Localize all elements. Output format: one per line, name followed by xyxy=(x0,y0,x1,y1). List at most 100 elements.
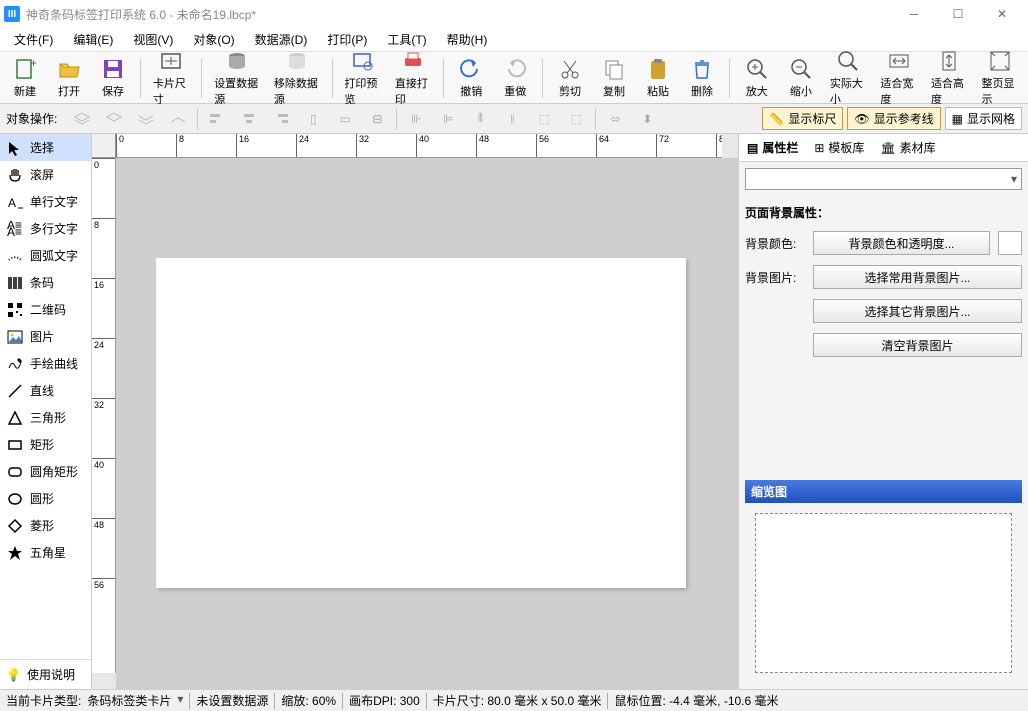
prop-tab-icon: ▤ xyxy=(747,141,758,155)
toolbar-direct-button[interactable]: 直接打印 xyxy=(389,47,438,109)
rmds-icon xyxy=(285,49,309,73)
align-btn-6[interactable]: ⊟ xyxy=(364,108,390,130)
tool-star[interactable]: 五角星 xyxy=(0,539,91,566)
minimize-button[interactable]: ─ xyxy=(892,0,936,28)
toolbar-new-button[interactable]: +新建 xyxy=(4,55,46,101)
copy-icon xyxy=(602,57,626,81)
tool-triangle[interactable]: 三角形 xyxy=(0,404,91,431)
status-cardsize: 卡片尺寸: 80.0 毫米 x 50.0 毫米 xyxy=(433,692,602,709)
align-right-btn[interactable] xyxy=(268,108,294,130)
arctext-icon xyxy=(6,247,24,265)
tool-qrcode[interactable]: 二维码 xyxy=(0,296,91,323)
tool-diamond[interactable]: 菱形 xyxy=(0,512,91,539)
toolbar-zoom100-button[interactable]: 实际大小 xyxy=(824,47,873,109)
canvas-scroll[interactable] xyxy=(116,158,738,689)
status-cardtype-dropdown[interactable]: 条码标签类卡片 xyxy=(87,692,183,709)
bg-color-label: 背景颜色: xyxy=(745,235,805,252)
layer-btn-4[interactable] xyxy=(165,108,191,130)
toolbar-preview-button[interactable]: 打印预览 xyxy=(338,47,387,109)
toolbar-open-button[interactable]: 打开 xyxy=(48,55,90,101)
tool-text[interactable]: A单行文字 xyxy=(0,188,91,215)
tool-arctext[interactable]: 圆弧文字 xyxy=(0,242,91,269)
cut-icon xyxy=(558,57,582,81)
tool-pan[interactable]: 滚屏 xyxy=(0,161,91,188)
dist-btn-1[interactable]: ⊪ xyxy=(403,108,429,130)
menu-file[interactable]: 文件(F) xyxy=(4,29,63,50)
bg-image-common-button[interactable]: 选择常用背景图片... xyxy=(813,265,1022,289)
toolbar-rmds-button[interactable]: 移除数据源 xyxy=(268,47,326,109)
hruler-tick: 16 xyxy=(236,134,249,158)
menu-edit[interactable]: 编辑(E) xyxy=(63,29,123,50)
align-btn-5[interactable]: ▭ xyxy=(332,108,358,130)
tool-line[interactable]: 直线 xyxy=(0,377,91,404)
tool-image[interactable]: 图片 xyxy=(0,323,91,350)
tab-prop[interactable]: ▤属性栏 xyxy=(739,135,806,160)
dist-btn-3[interactable]: ⫴ xyxy=(467,108,493,130)
bg-color-button[interactable]: 背景颜色和透明度... xyxy=(813,231,990,255)
toolbar-copy-button[interactable]: 复制 xyxy=(593,55,635,101)
toolbar-paste-button[interactable]: 粘贴 xyxy=(637,55,679,101)
dist-btn-6[interactable]: ⬚ xyxy=(563,108,589,130)
tool-ellipse[interactable]: 圆形 xyxy=(0,485,91,512)
toolbar-redo-button[interactable]: 重做 xyxy=(494,55,536,101)
tab-tpl[interactable]: ⊞模板库 xyxy=(806,135,872,160)
bg-section-title: 页面背景属性： xyxy=(745,204,1022,221)
size-btn-2[interactable]: ⬍ xyxy=(634,108,660,130)
toggle-guides[interactable]: 👁 显示参考线 xyxy=(847,107,940,130)
vertical-ruler[interactable]: 08162432404856 xyxy=(92,158,116,673)
layer-btn-2[interactable] xyxy=(101,108,127,130)
toggle-grid[interactable]: ▦ 显示网格 xyxy=(945,107,1022,130)
status-zoom: 缩放: 60% xyxy=(281,692,336,709)
dist-btn-4[interactable]: ⫲ xyxy=(499,108,525,130)
preview-thumbnail xyxy=(755,513,1012,673)
align-btn-4[interactable]: ▯ xyxy=(300,108,326,130)
grid-icon: ▦ xyxy=(952,112,963,126)
toolbar-undo-button[interactable]: 撤销 xyxy=(450,55,492,101)
tool-mtext[interactable]: A≡A≡多行文字 xyxy=(0,215,91,242)
hruler-tick: 40 xyxy=(416,134,429,158)
tool-rect[interactable]: 矩形 xyxy=(0,431,91,458)
toolbar-fitw-button[interactable]: 适合宽度 xyxy=(874,47,923,109)
layer-btn-1[interactable] xyxy=(69,108,95,130)
bg-image-other-button[interactable]: 选择其它背景图片... xyxy=(813,299,1022,323)
tab-mat[interactable]: 🏛素材库 xyxy=(872,135,943,160)
toolbar-delete-button[interactable]: 删除 xyxy=(681,55,723,101)
toolbar-zoomout-button[interactable]: 缩小 xyxy=(780,55,822,101)
size-btn-1[interactable]: ⬄ xyxy=(602,108,628,130)
toolbar-zoomin-button[interactable]: 放大 xyxy=(736,55,778,101)
toolbar-fith-button[interactable]: 适合高度 xyxy=(925,47,974,109)
layer-btn-3[interactable] xyxy=(133,108,159,130)
maximize-button[interactable]: ☐ xyxy=(936,0,980,28)
object-selector-combo[interactable] xyxy=(745,168,1022,190)
status-cardtype-label: 当前卡片类型: xyxy=(6,692,81,709)
fitw-icon xyxy=(887,49,911,73)
dist-btn-2[interactable]: ⊫ xyxy=(435,108,461,130)
dist-btn-5[interactable]: ⬚ xyxy=(531,108,557,130)
zoom100-icon xyxy=(836,49,860,73)
toolbar-cardsize-button[interactable]: 卡片尺寸 xyxy=(147,47,196,109)
status-mouse: 鼠标位置: -4.4 毫米, -10.6 毫米 xyxy=(614,692,778,709)
tool-freehand[interactable]: 手绘曲线 xyxy=(0,350,91,377)
tool-roundrect[interactable]: 圆角矩形 xyxy=(0,458,91,485)
tool-barcode[interactable]: 条码 xyxy=(0,269,91,296)
toolbar-cut-button[interactable]: 剪切 xyxy=(549,55,591,101)
left-toolbox: 选择滚屏A单行文字A≡A≡多行文字圆弧文字条码二维码图片手绘曲线直线三角形矩形圆… xyxy=(0,134,92,689)
menu-help[interactable]: 帮助(H) xyxy=(437,29,498,50)
ruler-corner xyxy=(92,134,116,158)
bg-color-swatch[interactable] xyxy=(998,231,1022,255)
hruler-tick: 56 xyxy=(536,134,549,158)
toolbar-setds-button[interactable]: 设置数据源 xyxy=(208,47,266,109)
horizontal-ruler[interactable]: 08162432404856647280 xyxy=(116,134,722,158)
align-left-btn[interactable] xyxy=(204,108,230,130)
help-button[interactable]: 💡使用说明 xyxy=(0,659,91,689)
eye-icon: 👁 xyxy=(854,112,869,126)
rect-icon xyxy=(6,436,24,454)
toolbar-fitpage-button[interactable]: 整页显示 xyxy=(975,47,1024,109)
bg-image-clear-button[interactable]: 清空背景图片 xyxy=(813,333,1022,357)
align-center-btn[interactable] xyxy=(236,108,262,130)
label-page[interactable] xyxy=(156,258,686,588)
toggle-ruler[interactable]: 📏 显示标尺 xyxy=(762,107,843,130)
toolbar-save-button[interactable]: 保存 xyxy=(92,55,134,101)
close-button[interactable]: ✕ xyxy=(980,0,1024,28)
tool-select[interactable]: 选择 xyxy=(0,134,91,161)
